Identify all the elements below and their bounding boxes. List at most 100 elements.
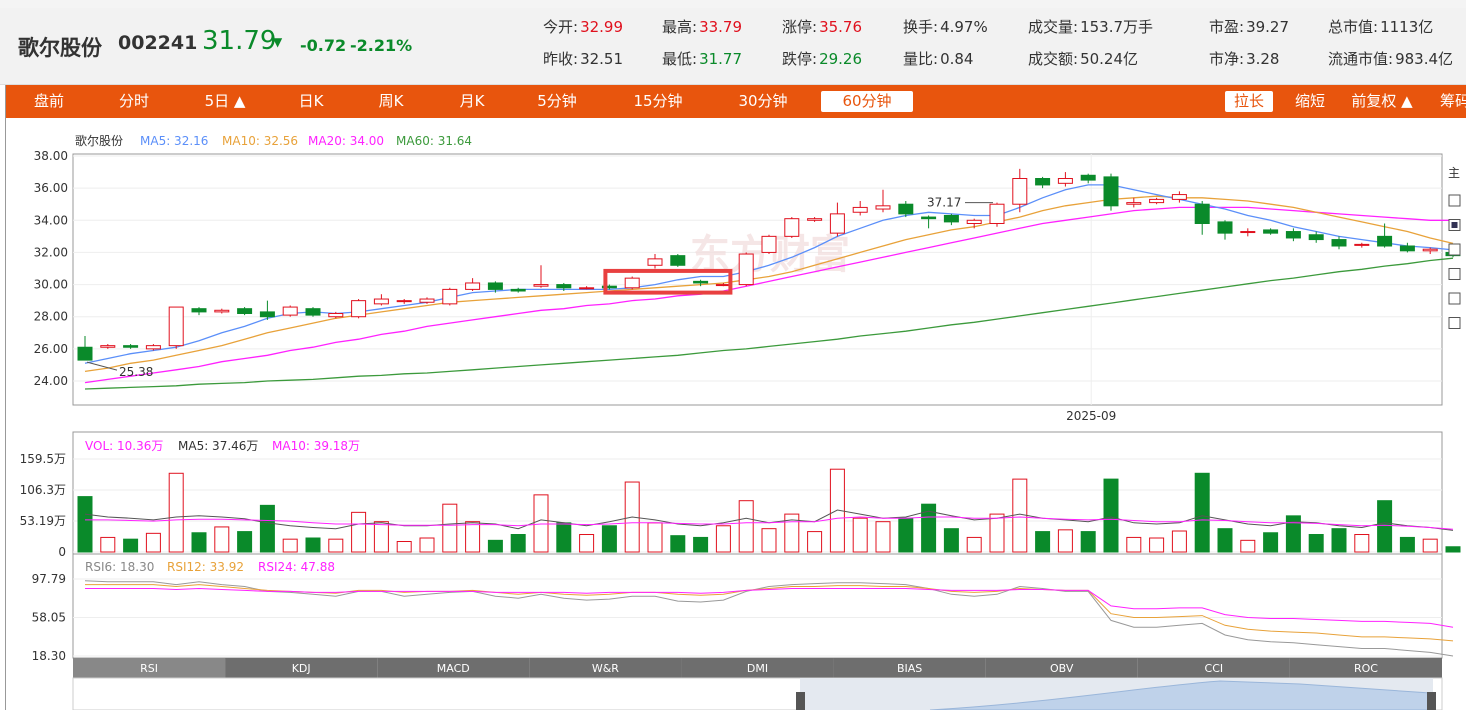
- candle-body: [351, 300, 367, 318]
- quote-value: 1113亿: [1380, 18, 1434, 36]
- checkbox-mark: [1451, 222, 1458, 228]
- volume-bar: [396, 541, 412, 553]
- stock-code: 002241: [118, 32, 198, 54]
- side-checkbox[interactable]: [1448, 194, 1461, 207]
- quote-label: 市盈:: [1209, 18, 1245, 36]
- volume-bar: [533, 494, 549, 553]
- tab-chart-option[interactable]: 缩短: [1284, 91, 1336, 112]
- volume-bar: [693, 536, 709, 553]
- candle-body: [1057, 178, 1073, 184]
- tab-period[interactable]: 周K: [366, 91, 416, 112]
- quote-item: 成交量: 153.7万手: [1028, 16, 1153, 37]
- indicator-tab-label: MACD: [437, 662, 470, 675]
- volume-bar: [77, 496, 93, 553]
- candle-body: [305, 308, 321, 316]
- quote-label: 总市值:: [1328, 18, 1379, 36]
- y-tick-label: 34.00: [34, 213, 68, 227]
- volume-bar: [989, 513, 1005, 553]
- volume-bar: [191, 532, 207, 553]
- side-checkbox[interactable]: [1448, 292, 1461, 305]
- volume-bar: [1377, 500, 1393, 553]
- volume-bar: [1217, 528, 1233, 553]
- indicator-tab-label: DMI: [747, 662, 768, 675]
- candle-body: [168, 306, 184, 347]
- quote-value: 39.27: [1246, 18, 1290, 36]
- candle-body: [1035, 178, 1051, 186]
- quote-item: 换手: 4.97%: [903, 16, 988, 37]
- quote-label: 昨收:: [543, 50, 579, 68]
- navigator-handle-left[interactable]: [796, 692, 805, 710]
- volume-bar: [145, 532, 161, 553]
- tab-period[interactable]: 30分钟: [723, 91, 803, 112]
- quote-value: 0.84: [940, 50, 974, 68]
- tab-period[interactable]: 月K: [442, 91, 502, 112]
- quote-value: 50.24亿: [1080, 50, 1139, 68]
- quote-label: 流通市值:: [1328, 50, 1394, 68]
- candle-body: [1377, 235, 1393, 247]
- candle-body: [852, 206, 868, 213]
- side-checkbox[interactable]: [1448, 317, 1461, 329]
- candle-body: [1308, 234, 1324, 241]
- volume-bar: [1240, 539, 1256, 553]
- tab-period[interactable]: 5分钟: [522, 91, 592, 112]
- vol-tick-label: 159.5万: [20, 452, 66, 466]
- down-arrow-icon: ▼: [273, 35, 283, 49]
- quote-label: 量比:: [903, 50, 939, 68]
- tab-period[interactable]: 15分钟: [618, 91, 698, 112]
- quote-header: 歌尔股份 002241 31.79 ▼ -0.72 -2.21% 今开: 32.9…: [0, 8, 1466, 85]
- quote-label: 最高:: [662, 18, 698, 36]
- quote-item: 今开: 32.99: [543, 16, 623, 37]
- candle-body: [533, 284, 549, 287]
- volume-bar: [487, 539, 503, 553]
- candle-body: [259, 311, 275, 318]
- candle-body: [214, 309, 230, 313]
- stock-name: 歌尔股份: [18, 36, 102, 60]
- stock-price: 31.79: [202, 26, 277, 56]
- volume-bar: [373, 521, 389, 553]
- candle-body: [465, 282, 481, 290]
- volume-bar: [1171, 530, 1187, 553]
- tab-period[interactable]: 60分钟: [821, 91, 913, 112]
- rsi-tick-label: 58.05: [32, 610, 66, 624]
- side-checkbox[interactable]: [1448, 268, 1461, 280]
- volume-bar: [282, 538, 298, 553]
- quote-label: 今开:: [543, 18, 579, 36]
- candle-body: [100, 345, 116, 348]
- candle-body: [191, 308, 207, 313]
- volume-bar: [1194, 472, 1210, 553]
- tab-period[interactable]: 5日 ▲: [192, 91, 258, 112]
- vol-tick-label: 53.19万: [20, 514, 66, 528]
- tab-chart-option[interactable]: 前复权 ▲: [1344, 91, 1420, 112]
- volume-bar: [601, 525, 617, 553]
- volume-bar: [351, 511, 367, 553]
- quote-value: 32.51: [580, 50, 624, 68]
- candle-body: [328, 313, 344, 318]
- candle-body: [373, 298, 389, 305]
- side-checkbox[interactable]: [1448, 243, 1461, 256]
- tab-period[interactable]: 盘前: [22, 91, 76, 112]
- tab-chart-option[interactable]: 拉长: [1225, 91, 1273, 112]
- volume-bar: [237, 531, 253, 553]
- kline-chart[interactable]: 38.00 36.00 34.00 32.00 30.00 28.00 26.00 24.00…: [0, 118, 1466, 710]
- quote-label: 涨停:: [782, 18, 818, 36]
- quote-item: 最低: 31.77: [662, 48, 742, 69]
- quote-label: 市净:: [1209, 50, 1245, 68]
- indicator-tab-label: RSI: [140, 662, 158, 675]
- quote-item: 涨停: 35.76: [782, 16, 862, 37]
- candle-body: [761, 235, 777, 253]
- side-label: 主: [1448, 166, 1460, 180]
- quote-label: 成交额:: [1028, 50, 1079, 68]
- legend-ma5: MA5: 32.16: [140, 134, 208, 148]
- candle-body: [1149, 198, 1165, 204]
- legend-vol-ma10: MA10: 39.18万: [272, 439, 360, 453]
- volume-bar: [123, 538, 139, 553]
- tab-period[interactable]: 分时: [104, 91, 164, 112]
- candle-body: [1331, 239, 1347, 247]
- candle-body: [1354, 243, 1370, 246]
- tab-chart-option[interactable]: 筹码: [1430, 91, 1466, 112]
- volume-bar: [214, 526, 230, 553]
- navigator-handle-right[interactable]: [1427, 692, 1436, 710]
- volume-bar: [647, 522, 663, 553]
- tab-period[interactable]: 日K: [282, 91, 340, 112]
- candle-body: [77, 346, 93, 361]
